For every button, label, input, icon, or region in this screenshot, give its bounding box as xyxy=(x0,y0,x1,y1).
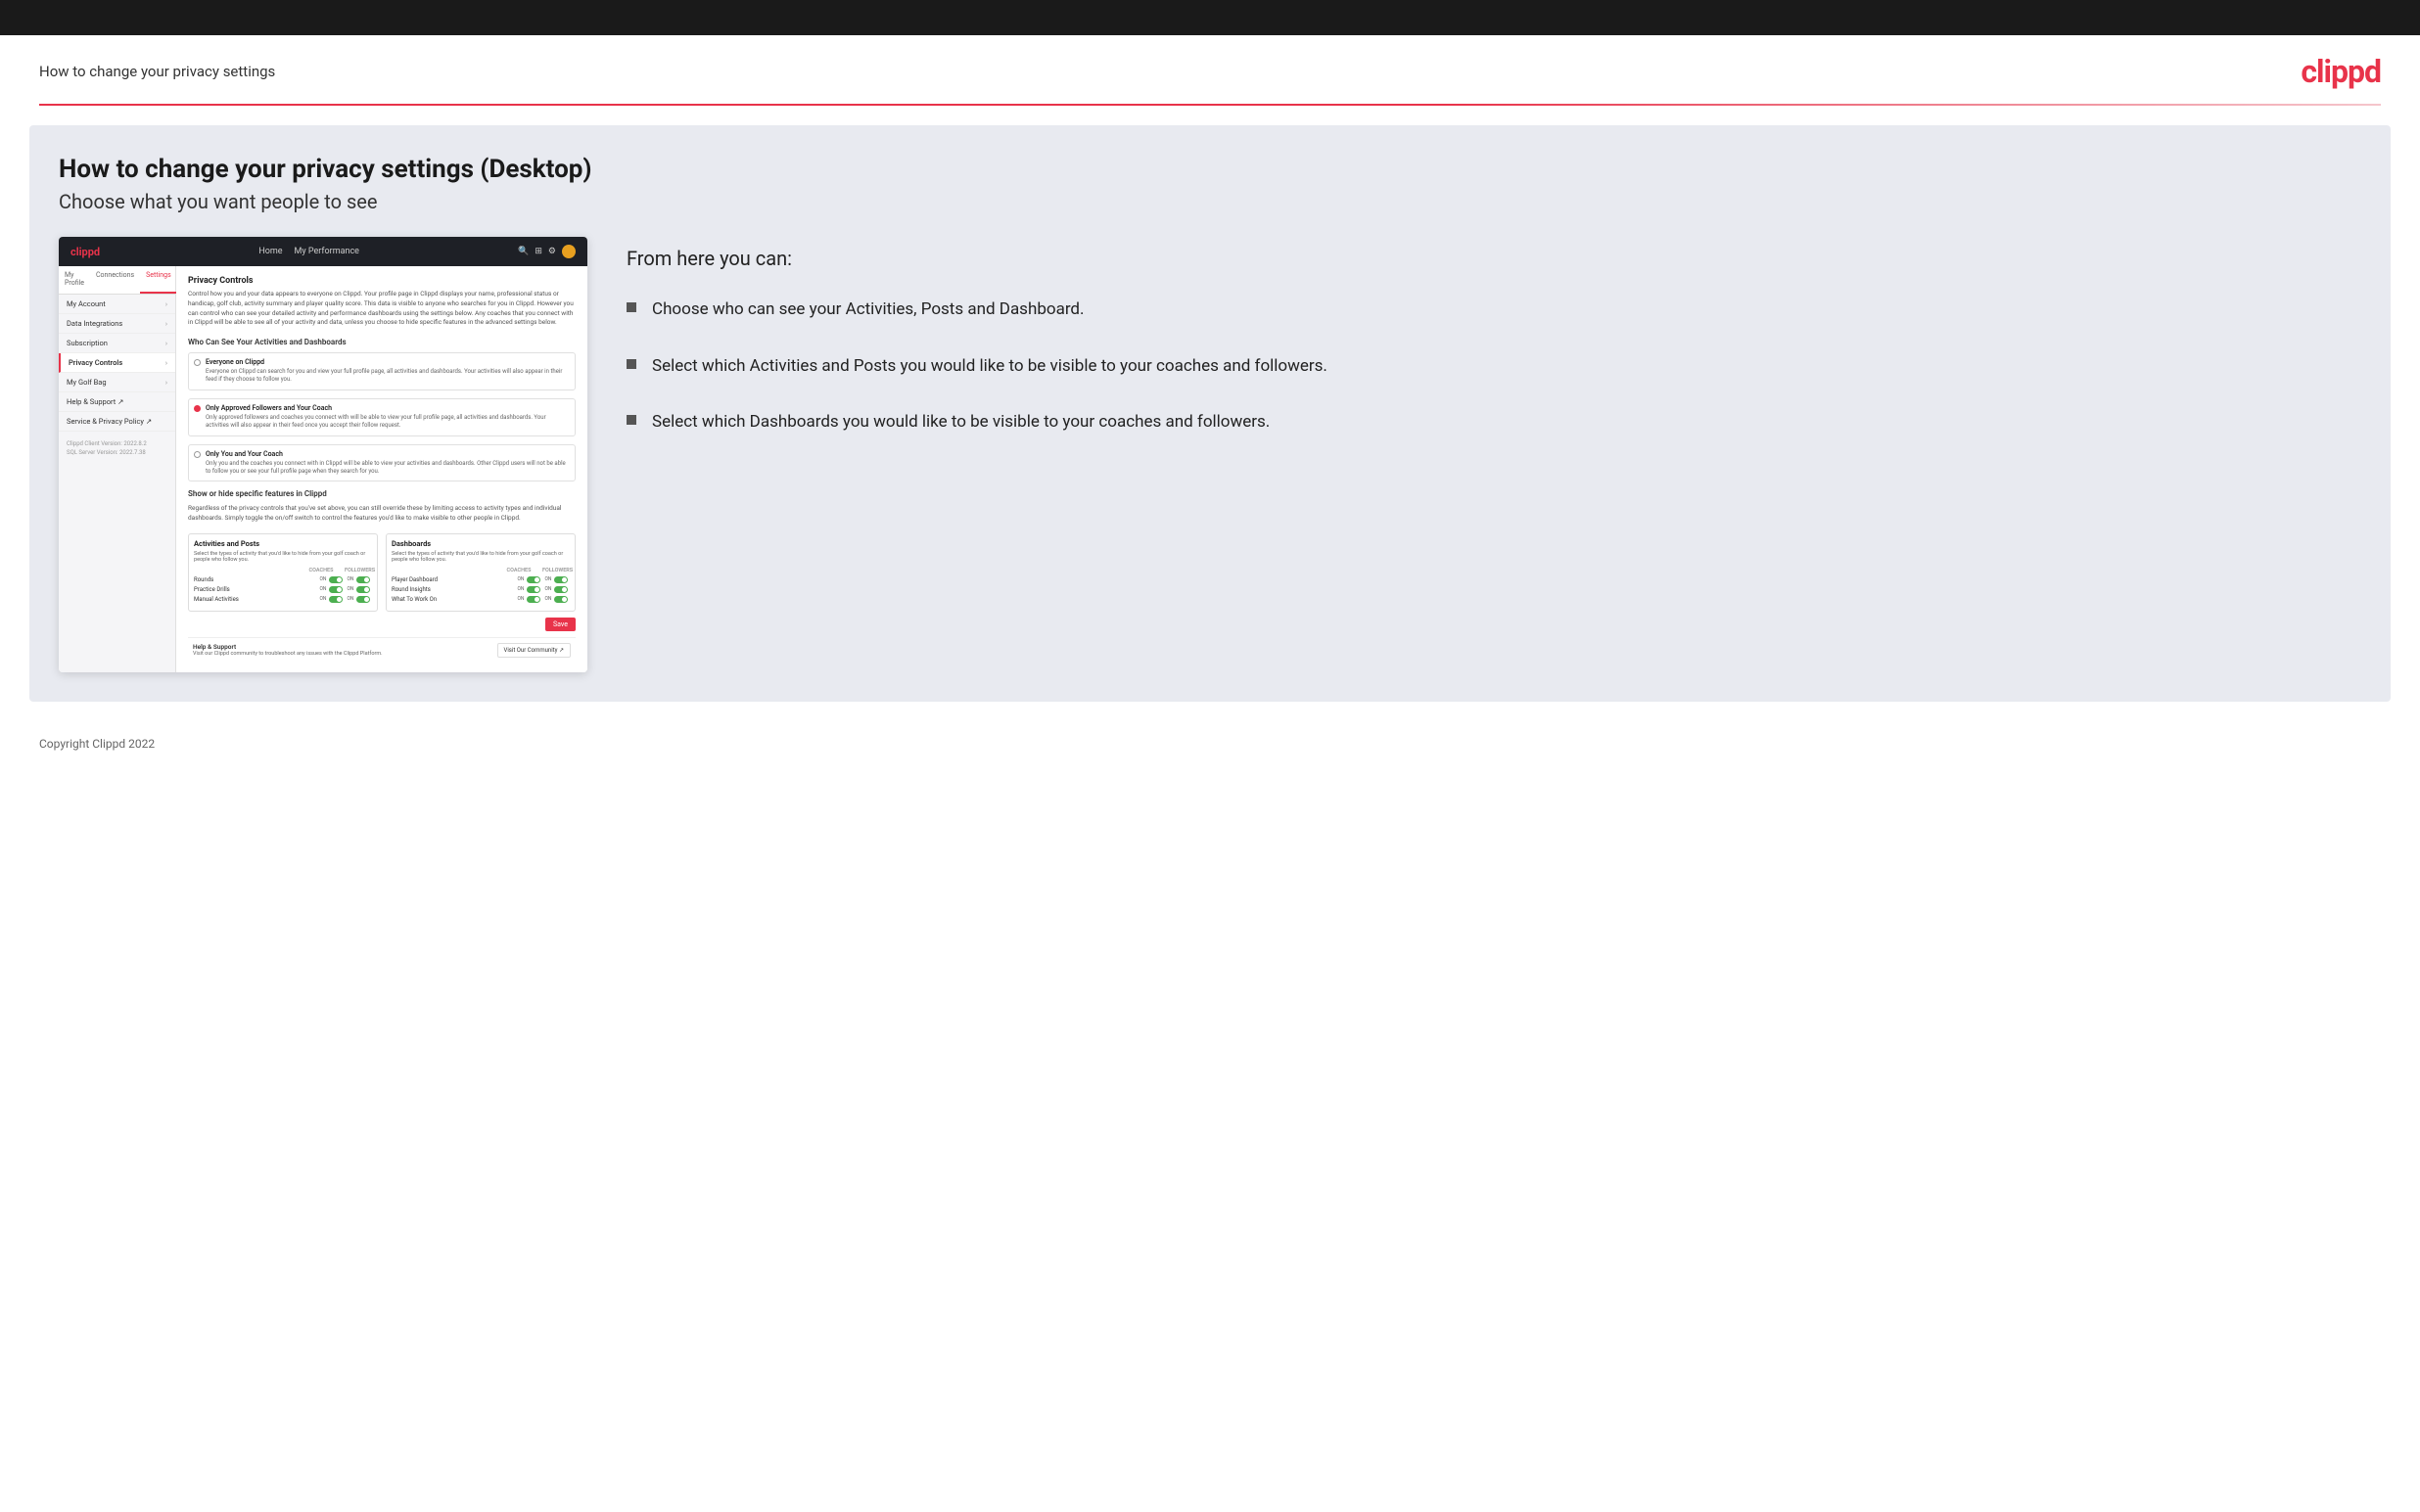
mock-chevron-myaccount: › xyxy=(165,300,167,308)
bullet-item-2: Select which Activities and Posts you wo… xyxy=(627,354,2361,380)
mock-avatar xyxy=(562,245,576,258)
bullet-square-3 xyxy=(627,415,636,425)
mock-sidebar: My Profile Connections Settings My Accou… xyxy=(59,266,176,672)
bullet-item-1: Choose who can see your Activities, Post… xyxy=(627,298,2361,323)
mock-privacy-controls-desc: Control how you and your data appears to… xyxy=(188,290,576,328)
mock-toggle-row-drills: Practice Drills ON ON xyxy=(194,586,372,593)
mock-tab-settings: Settings xyxy=(140,266,177,294)
mock-radio-circle-followers xyxy=(194,405,201,412)
page-heading: How to change your privacy settings (Des… xyxy=(59,155,2361,184)
page-subheading: Choose what you want people to see xyxy=(59,190,2361,213)
mock-chevron-dataintegrations: › xyxy=(165,320,167,328)
mock-radio-circle-onlyyou xyxy=(194,451,201,458)
mock-sidebar-mygolfbag: My Golf Bag › xyxy=(59,373,175,392)
mock-radio-group: Everyone on Clippd Everyone on Clippd ca… xyxy=(188,352,576,481)
mock-help-section: Help & Support Visit our Clippd communit… xyxy=(188,637,576,663)
mock-sidebar-serviceprivacy: Service & Privacy Policy ↗ xyxy=(59,412,175,432)
top-bar xyxy=(0,0,2420,35)
from-here-title: From here you can: xyxy=(627,247,2361,270)
bullet-text-2: Select which Activities and Posts you wo… xyxy=(652,354,1327,380)
mock-save-button[interactable]: Save xyxy=(545,618,576,631)
mock-toggle-row-rounds: Rounds ON ON xyxy=(194,576,372,583)
mock-chevron-privacy: › xyxy=(165,359,167,367)
bullet-square-1 xyxy=(627,302,636,312)
mock-show-hide-desc: Regardless of the privacy controls that … xyxy=(188,504,576,524)
mock-sidebar-dataintegrations: Data Integrations › xyxy=(59,314,175,334)
mock-visit-community-button[interactable]: Visit Our Community ↗ xyxy=(497,643,572,658)
right-panel: From here you can: Choose who can see yo… xyxy=(627,237,2361,435)
mock-settings-icon: ⚙ xyxy=(548,247,556,256)
footer: Copyright Clippd 2022 xyxy=(0,721,2420,766)
mock-activities-box: Activities and Posts Select the types of… xyxy=(188,533,378,612)
bullet-text-1: Choose who can see your Activities, Post… xyxy=(652,298,1085,323)
mock-radio-onlyyou: Only You and Your Coach Only you and the… xyxy=(188,444,576,482)
mock-navbar: clippd Home My Performance 🔍 ⊞ ⚙ xyxy=(59,237,587,266)
mock-chevron-golfbag: › xyxy=(165,379,167,387)
mock-body: My Profile Connections Settings My Accou… xyxy=(59,266,587,672)
mock-toggle-section: Activities and Posts Select the types of… xyxy=(188,533,576,612)
mock-privacy-controls-title: Privacy Controls xyxy=(188,276,576,286)
screenshot-mockup: clippd Home My Performance 🔍 ⊞ ⚙ My Pro xyxy=(59,237,587,672)
mock-sidebar-myaccount: My Account › xyxy=(59,295,175,314)
header-title: How to change your privacy settings xyxy=(39,63,275,80)
mock-nav-links: Home My Performance xyxy=(258,247,359,256)
bullet-square-2 xyxy=(627,359,636,369)
mock-version: Clippd Client Version: 2022.8.2SQL Serve… xyxy=(59,432,175,465)
mock-sidebar-privacycontrols: Privacy Controls › xyxy=(59,353,175,373)
header: How to change your privacy settings clip… xyxy=(0,35,2420,104)
mock-toggle-row-playerdash: Player Dashboard ON ON xyxy=(392,576,570,583)
mock-sidebar-subscription: Subscription › xyxy=(59,334,175,353)
mock-tab-connections: Connections xyxy=(90,266,140,294)
mock-nav-performance: My Performance xyxy=(295,247,359,256)
mock-radio-everyone: Everyone on Clippd Everyone on Clippd ca… xyxy=(188,352,576,390)
main-content: How to change your privacy settings (Des… xyxy=(29,125,2391,702)
mock-search-icon: 🔍 xyxy=(518,247,529,256)
mock-who-can-see-title: Who Can See Your Activities and Dashboar… xyxy=(188,338,576,346)
mock-radio-circle-everyone xyxy=(194,359,201,366)
mock-toggle-row-manual: Manual Activities ON ON xyxy=(194,596,372,603)
copyright: Copyright Clippd 2022 xyxy=(39,737,155,751)
mock-tab-myprofile: My Profile xyxy=(59,266,90,294)
mock-chevron-subscription: › xyxy=(165,340,167,347)
header-divider xyxy=(39,104,2381,106)
mock-toggle-row-whattoworkon: What To Work On ON ON xyxy=(392,596,570,603)
mock-dashboards-box: Dashboards Select the types of activity … xyxy=(386,533,576,612)
mock-radio-followers: Only Approved Followers and Your Coach O… xyxy=(188,398,576,436)
mock-sidebar-tabs: My Profile Connections Settings xyxy=(59,266,175,295)
bullet-list: Choose who can see your Activities, Post… xyxy=(627,298,2361,435)
mock-nav-icons: 🔍 ⊞ ⚙ xyxy=(518,245,576,258)
logo: clippd xyxy=(2301,53,2381,90)
mock-toggle-row-roundinsights: Round Insights ON ON xyxy=(392,586,570,593)
mock-nav-home: Home xyxy=(258,247,282,256)
mock-save-row: Save xyxy=(188,618,576,631)
mock-grid-icon: ⊞ xyxy=(535,247,542,256)
mock-show-hide-title: Show or hide specific features in Clippd xyxy=(188,489,576,498)
mock-main-panel: Privacy Controls Control how you and you… xyxy=(176,266,587,672)
content-row: clippd Home My Performance 🔍 ⊞ ⚙ My Pro xyxy=(59,237,2361,672)
bullet-item-3: Select which Dashboards you would like t… xyxy=(627,410,2361,435)
mock-logo: clippd xyxy=(70,246,100,258)
mock-sidebar-helpsupport: Help & Support ↗ xyxy=(59,392,175,412)
bullet-text-3: Select which Dashboards you would like t… xyxy=(652,410,1270,435)
